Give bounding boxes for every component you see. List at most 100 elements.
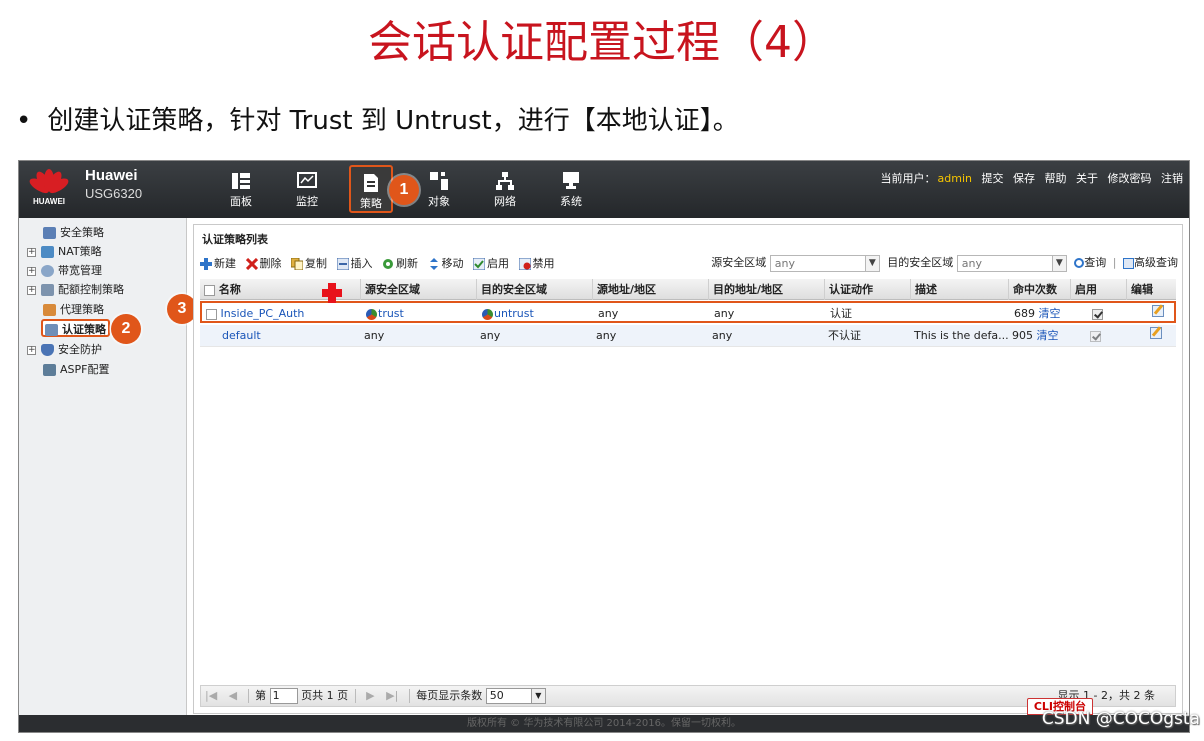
policy-name-link[interactable]: default — [222, 329, 261, 342]
query-label: 查询 — [1084, 256, 1107, 269]
sidebar-item-security-policy[interactable]: 安全策略 — [43, 224, 104, 242]
monitor-icon — [297, 171, 317, 191]
row-src-zone: any — [364, 329, 385, 342]
col-label: 描述 — [915, 283, 937, 296]
nav-policy[interactable]: 策略 — [349, 165, 393, 213]
table-header: 名称 源安全区域 目的安全区域 源地址/地区 目的地址/地区 认证动作 描述 命… — [200, 279, 1176, 300]
row-checkbox[interactable] — [206, 308, 217, 320]
prev-page-icon[interactable]: ◀ — [229, 686, 237, 706]
sidebar-item-quota-control[interactable]: + 配额控制策略 — [27, 281, 124, 299]
security-policy-icon — [43, 227, 56, 239]
enabled-checkbox[interactable] — [1092, 308, 1103, 320]
nav-object[interactable]: 对象 — [417, 165, 461, 213]
clear-hits-link[interactable]: 清空 — [1037, 329, 1059, 342]
refresh-label: 刷新 — [396, 257, 418, 270]
huawei-logo: HUAWEI — [27, 167, 71, 207]
row-auth-action: 不认证 — [828, 329, 861, 342]
edit-icon[interactable] — [1150, 327, 1162, 339]
expand-icon[interactable]: + — [27, 345, 36, 355]
firewall-web-ui: HUAWEI Huawei USG6320 面板 监控 策略 对象 网络 系统 … — [18, 160, 1190, 733]
submit-link[interactable]: 提交 — [982, 172, 1004, 185]
sidebar-item-bandwidth[interactable]: + 带宽管理 — [27, 262, 102, 280]
sidebar-item-label: 配额控制策略 — [58, 283, 124, 296]
row-edit — [1128, 303, 1178, 325]
col-hits[interactable]: 命中次数 — [1008, 279, 1070, 300]
row-name[interactable]: default — [200, 325, 360, 347]
enabled-checkbox — [1090, 330, 1101, 342]
help-link[interactable]: 帮助 — [1045, 172, 1067, 185]
sidebar-item-aspf[interactable]: ASPF配置 — [43, 361, 109, 379]
col-dst-addr[interactable]: 目的地址/地区 — [708, 279, 824, 300]
nav-dashboard[interactable]: 面板 — [219, 165, 263, 213]
col-label: 命中次数 — [1013, 283, 1057, 296]
nav-network[interactable]: 网络 — [483, 165, 527, 213]
table-row[interactable]: Inside_PC_Auth trust untrust any any 认证 … — [200, 301, 1176, 323]
col-description[interactable]: 描述 — [910, 279, 1008, 300]
copy-button[interactable]: 复制 — [290, 255, 327, 273]
col-dst-zone[interactable]: 目的安全区域 — [476, 279, 592, 300]
sidebar-item-auth-policy[interactable]: 认证策略 — [41, 319, 110, 337]
nav-label: 面板 — [230, 195, 252, 208]
proxy-policy-icon — [43, 304, 56, 316]
expand-icon[interactable]: + — [27, 266, 36, 276]
dashboard-icon — [231, 171, 251, 191]
brand-name: Huawei — [85, 167, 138, 184]
table-row[interactable]: default any any any any 不认证 This is the … — [200, 325, 1176, 347]
refresh-button[interactable]: 刷新 — [382, 255, 418, 273]
dst-zone-link[interactable]: untrust — [494, 307, 534, 320]
per-page-select[interactable]: 50 ▼ — [485, 688, 546, 704]
about-link[interactable]: 关于 — [1076, 172, 1098, 185]
insert-button[interactable]: 插入 — [336, 255, 373, 273]
main-panel: 认证策略列表 新建 删除 复制 插入 刷新 移动 启用 禁用 源安全区域 any… — [193, 224, 1183, 714]
sidebar-item-proxy-policy[interactable]: 代理策略 — [43, 301, 104, 319]
advanced-query-button[interactable]: 高级查询 — [1123, 256, 1178, 269]
policy-name-link[interactable]: Inside_PC_Auth — [221, 307, 305, 320]
page-input[interactable]: 1 — [269, 688, 298, 704]
new-button[interactable]: 新建 — [200, 255, 236, 273]
chevron-down-icon: ▼ — [1051, 255, 1066, 271]
row-dst-addr: any — [714, 307, 735, 320]
nav-label: 对象 — [428, 195, 450, 208]
change-password-link[interactable]: 修改密码 — [1108, 172, 1152, 185]
expand-icon[interactable]: + — [27, 247, 36, 257]
sidebar-item-nat-policy[interactable]: + NAT策略 — [27, 243, 102, 261]
logout-link[interactable]: 注销 — [1161, 172, 1183, 185]
src-zone-select[interactable]: any ▼ — [769, 254, 880, 272]
move-button[interactable]: 移动 — [428, 255, 464, 273]
col-src-zone[interactable]: 源安全区域 — [360, 279, 476, 300]
delete-button[interactable]: 删除 — [245, 255, 282, 273]
edit-icon[interactable] — [1152, 305, 1164, 317]
nav-monitor[interactable]: 监控 — [285, 165, 329, 213]
search-icon — [1074, 258, 1085, 268]
first-page-icon[interactable]: |◀ — [205, 686, 217, 706]
bandwidth-icon — [41, 265, 54, 277]
sidebar-item-security-protection[interactable]: + 安全防护 — [27, 341, 102, 359]
row-name[interactable]: Inside_PC_Auth — [202, 303, 362, 325]
select-all-checkbox[interactable] — [204, 284, 215, 296]
sidebar-item-label: NAT策略 — [58, 245, 102, 258]
query-button[interactable]: 查询 — [1074, 256, 1106, 269]
nav-label: 系统 — [560, 195, 582, 208]
move-icon — [428, 258, 440, 270]
col-label: 源地址/地区 — [597, 283, 657, 296]
quota-icon — [41, 284, 54, 296]
src-zone-link[interactable]: trust — [378, 307, 404, 320]
top-bar: HUAWEI Huawei USG6320 面板 监控 策略 对象 网络 系统 … — [19, 161, 1189, 218]
add-icon — [200, 258, 212, 270]
last-page-icon[interactable]: ▶| — [386, 686, 398, 706]
disable-button[interactable]: 禁用 — [518, 255, 555, 273]
slide-title: 会话认证配置过程（4） — [368, 17, 836, 68]
expand-icon[interactable]: + — [27, 285, 36, 295]
advanced-search-icon — [1123, 257, 1134, 269]
save-link[interactable]: 保存 — [1013, 172, 1035, 185]
col-src-addr[interactable]: 源地址/地区 — [592, 279, 708, 300]
enable-button[interactable]: 启用 — [472, 255, 509, 273]
next-page-icon[interactable]: ▶ — [366, 686, 374, 706]
dst-zone-select[interactable]: any ▼ — [956, 254, 1067, 272]
object-icon — [429, 171, 449, 191]
col-enabled[interactable]: 启用 — [1070, 279, 1126, 300]
clear-hits-link[interactable]: 清空 — [1039, 307, 1061, 320]
col-auth-action[interactable]: 认证动作 — [824, 279, 910, 300]
col-edit[interactable]: 编辑 — [1126, 279, 1176, 300]
nav-system[interactable]: 系统 — [549, 165, 593, 213]
